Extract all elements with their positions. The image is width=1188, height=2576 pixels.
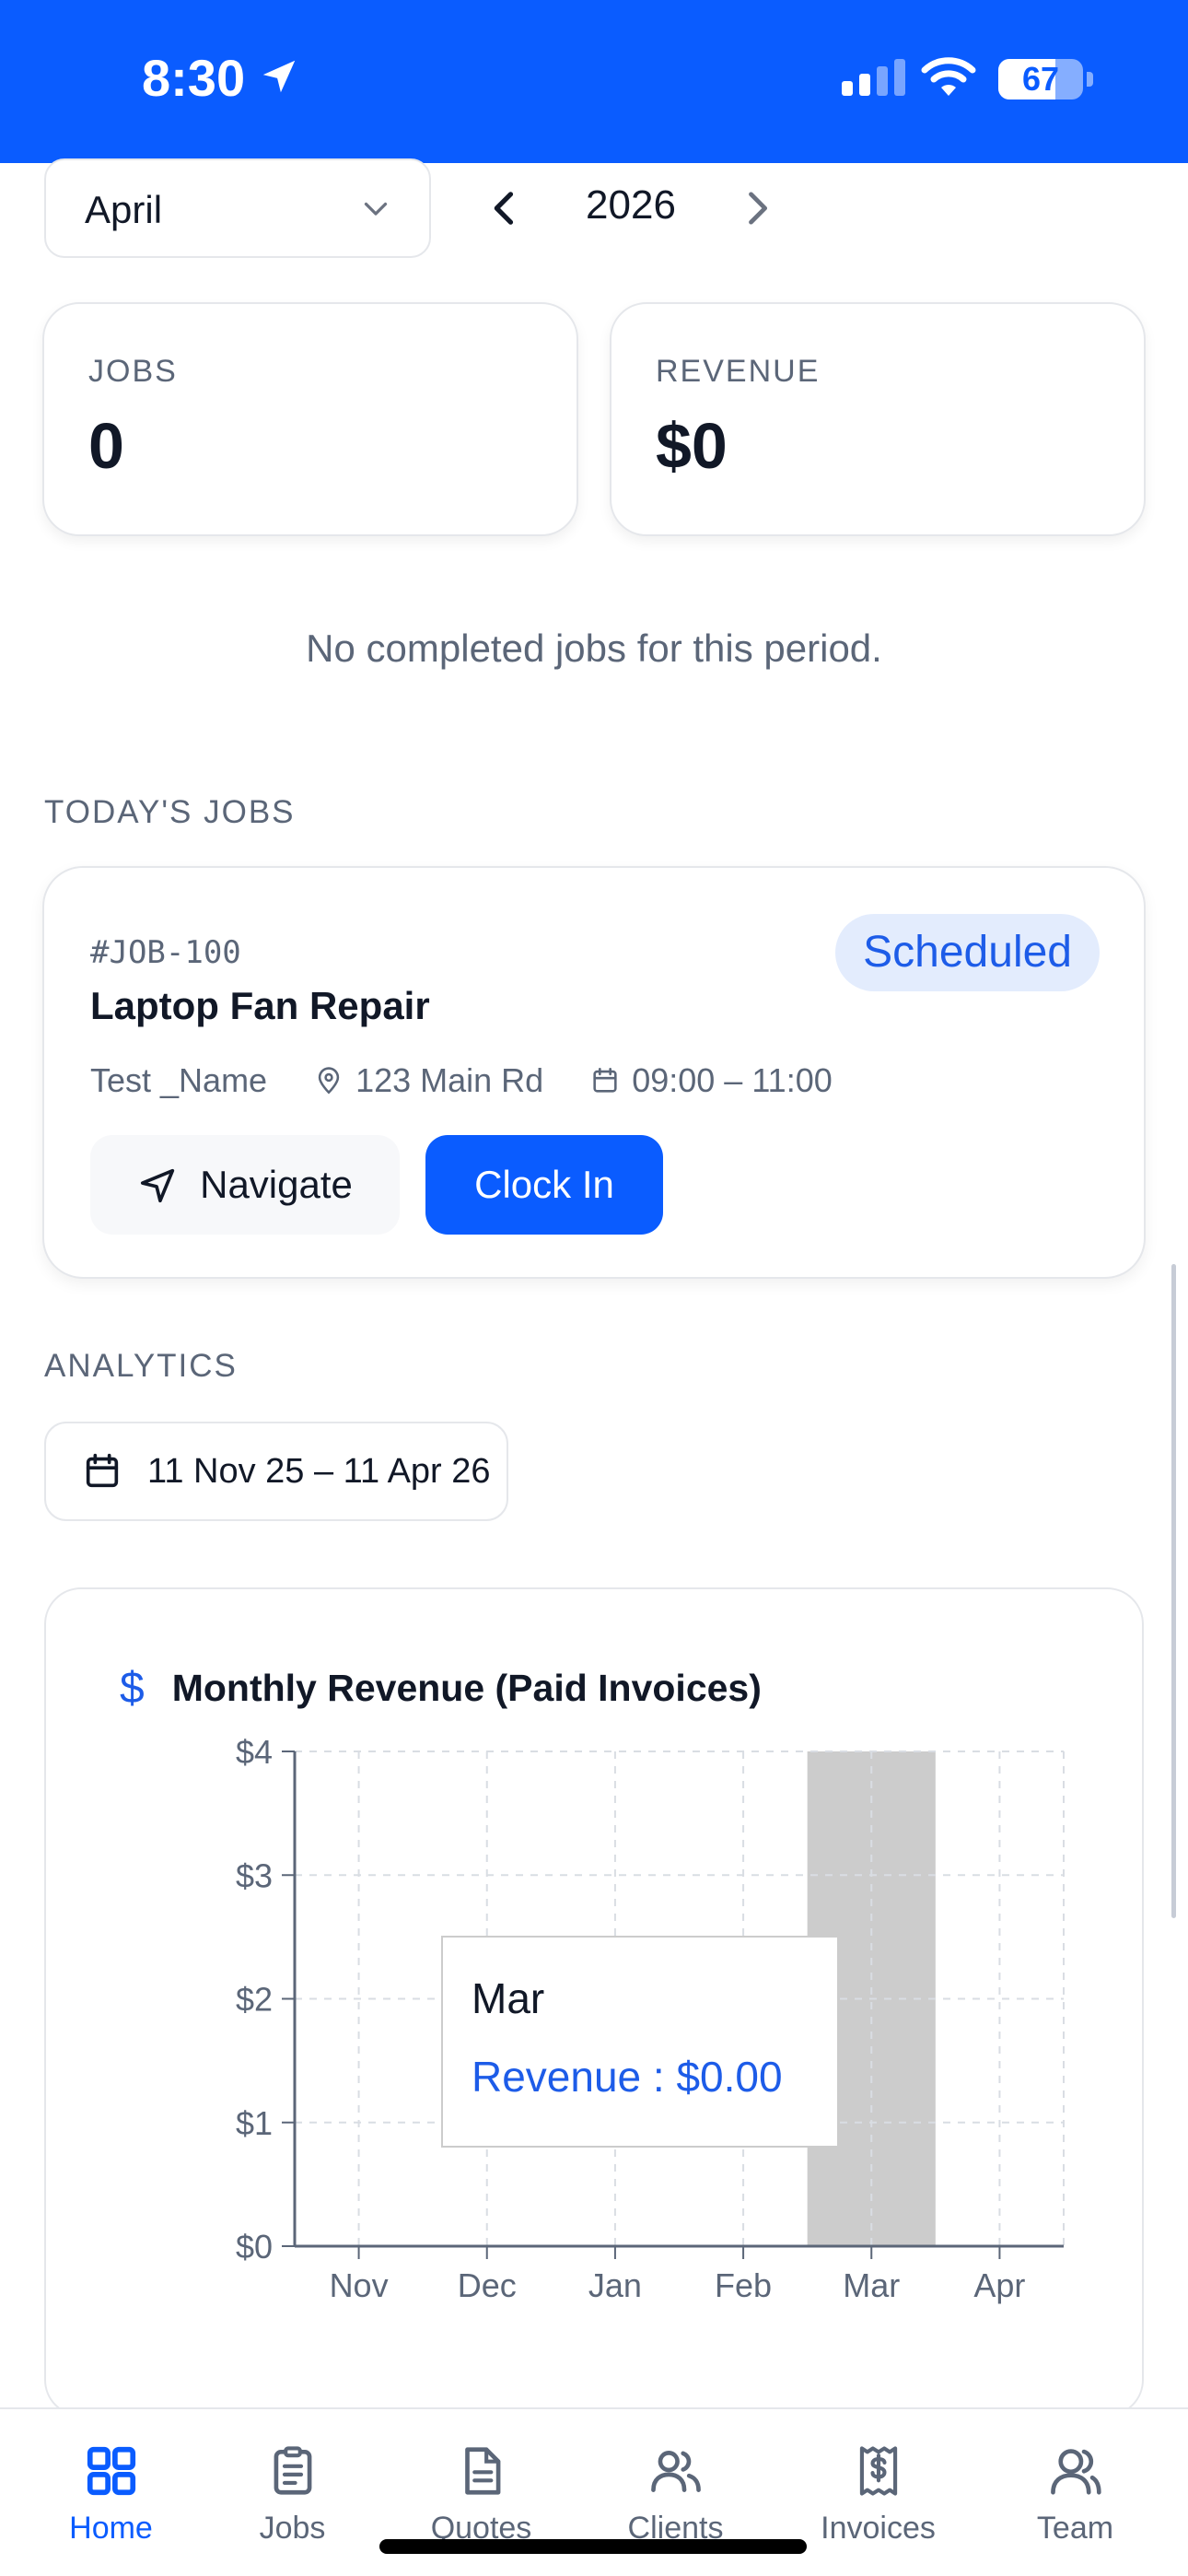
navigate-button[interactable]: Navigate	[90, 1135, 400, 1235]
nav-label: Home	[69, 2511, 153, 2546]
battery-tip	[1087, 72, 1093, 87]
status-badge: Scheduled	[835, 914, 1100, 991]
x-tick-label: Nov	[330, 2266, 389, 2304]
navigation-arrow-icon	[141, 1168, 175, 1203]
job-id: #JOB-100	[90, 934, 241, 971]
year-label: 2026	[586, 182, 676, 228]
clock-in-button[interactable]: Clock In	[425, 1135, 663, 1235]
wifi-icon	[921, 57, 976, 96]
todays-jobs-heading: TODAY'S JOBS	[44, 794, 296, 830]
tooltip-value: Revenue : $0.00	[472, 2053, 783, 2101]
stat-value: 0	[88, 410, 124, 482]
chart-header: $ Monthly Revenue (Paid Invoices)	[120, 1663, 762, 1714]
revenue-chart[interactable]: $0 $1 $2 $3 $4 Nov Dec Jan Feb Mar Apr Mar Revenue :…	[46, 1589, 1146, 2418]
job-client-name: Test _Name	[90, 1061, 268, 1099]
stat-title: REVENUE	[656, 354, 821, 389]
month-select-value: April	[85, 188, 163, 231]
document-icon	[465, 2447, 501, 2495]
chevron-left-icon[interactable]	[481, 184, 529, 232]
cellular-signal-icon	[842, 59, 905, 96]
stat-title: JOBS	[88, 354, 178, 389]
y-tick-label: $3	[236, 1856, 273, 1894]
users-icon	[651, 2451, 701, 2492]
y-tick-label: $4	[236, 1733, 273, 1771]
nav-label: Jobs	[259, 2511, 326, 2546]
calendar-icon	[593, 1067, 617, 1093]
chart-tooltip	[441, 1936, 839, 2148]
nav-home[interactable]: Home	[12, 2409, 210, 2576]
tooltip-label: Mar	[472, 1974, 544, 2022]
x-tick-label: Apr	[973, 2266, 1025, 2304]
navigate-button-label: Navigate	[200, 1163, 353, 1206]
map-pin-icon	[318, 1067, 340, 1095]
chevron-right-icon[interactable]	[733, 184, 781, 232]
calendar-icon	[86, 1453, 119, 1488]
job-client: Test _Name	[90, 1061, 267, 1100]
y-tick-label: $0	[236, 2228, 273, 2266]
chevron-down-icon	[364, 202, 388, 216]
x-tick-label: Feb	[715, 2266, 772, 2304]
dollar-icon: $	[120, 1664, 145, 1713]
location-arrow-icon	[262, 60, 296, 93]
y-tick-label: $2	[236, 1981, 273, 2019]
nav-label: Invoices	[821, 2511, 936, 2546]
battery-percent: 67	[1021, 60, 1060, 98]
date-range-label: 11 Nov 25 – 11 Apr 26	[147, 1451, 491, 1491]
job-card[interactable]: #JOB-100 Laptop Fan Repair Scheduled Tes…	[42, 866, 1146, 1279]
job-time: 09:00 – 11:00	[589, 1061, 833, 1100]
x-tick-label: Jan	[588, 2266, 642, 2304]
revenue-stat-card: REVENUE $0	[610, 302, 1146, 536]
nav-jobs[interactable]: Jobs	[193, 2409, 391, 2576]
status-time: 8:30	[142, 49, 246, 107]
job-address-text: 123 Main Rd	[355, 1061, 544, 1099]
chart-title: Monthly Revenue (Paid Invoices)	[171, 1667, 762, 1709]
battery-indicator: 67	[998, 59, 1083, 100]
scrollbar[interactable]	[1171, 1264, 1176, 1918]
date-range-picker[interactable]: 11 Nov 25 – 11 Apr 26	[44, 1422, 508, 1521]
x-tick-label: Mar	[843, 2266, 900, 2304]
y-tick-label: $1	[236, 2104, 273, 2142]
x-tick-label: Dec	[458, 2266, 517, 2304]
receipt-icon	[859, 2446, 898, 2496]
home-indicator	[379, 2539, 807, 2554]
analytics-heading: ANALYTICS	[44, 1348, 238, 1384]
team-icon	[1051, 2449, 1101, 2495]
clipboard-icon	[274, 2446, 312, 2495]
revenue-chart-card: $0 $1 $2 $3 $4 Nov Dec Jan Feb Mar Apr Mar Revenue :…	[44, 1587, 1144, 2417]
nav-team[interactable]: Team	[976, 2409, 1174, 2576]
month-select[interactable]: April	[44, 158, 431, 258]
nav-invoices[interactable]: Invoices	[779, 2409, 977, 2576]
job-meta: Test _Name 123 Main Rd 09:00 – 11:00	[90, 1058, 879, 1104]
stat-value: $0	[656, 410, 728, 482]
job-time-text: 09:00 – 11:00	[632, 1061, 833, 1099]
empty-state-message: No completed jobs for this period.	[306, 626, 882, 670]
status-bar: 8:30 67	[0, 0, 1188, 163]
job-address: 123 Main Rd	[313, 1061, 543, 1100]
jobs-stat-card: JOBS 0	[42, 302, 578, 536]
nav-label: Team	[1036, 2511, 1114, 2546]
grid-icon	[87, 2446, 136, 2496]
job-title: Laptop Fan Repair	[90, 984, 430, 1027]
